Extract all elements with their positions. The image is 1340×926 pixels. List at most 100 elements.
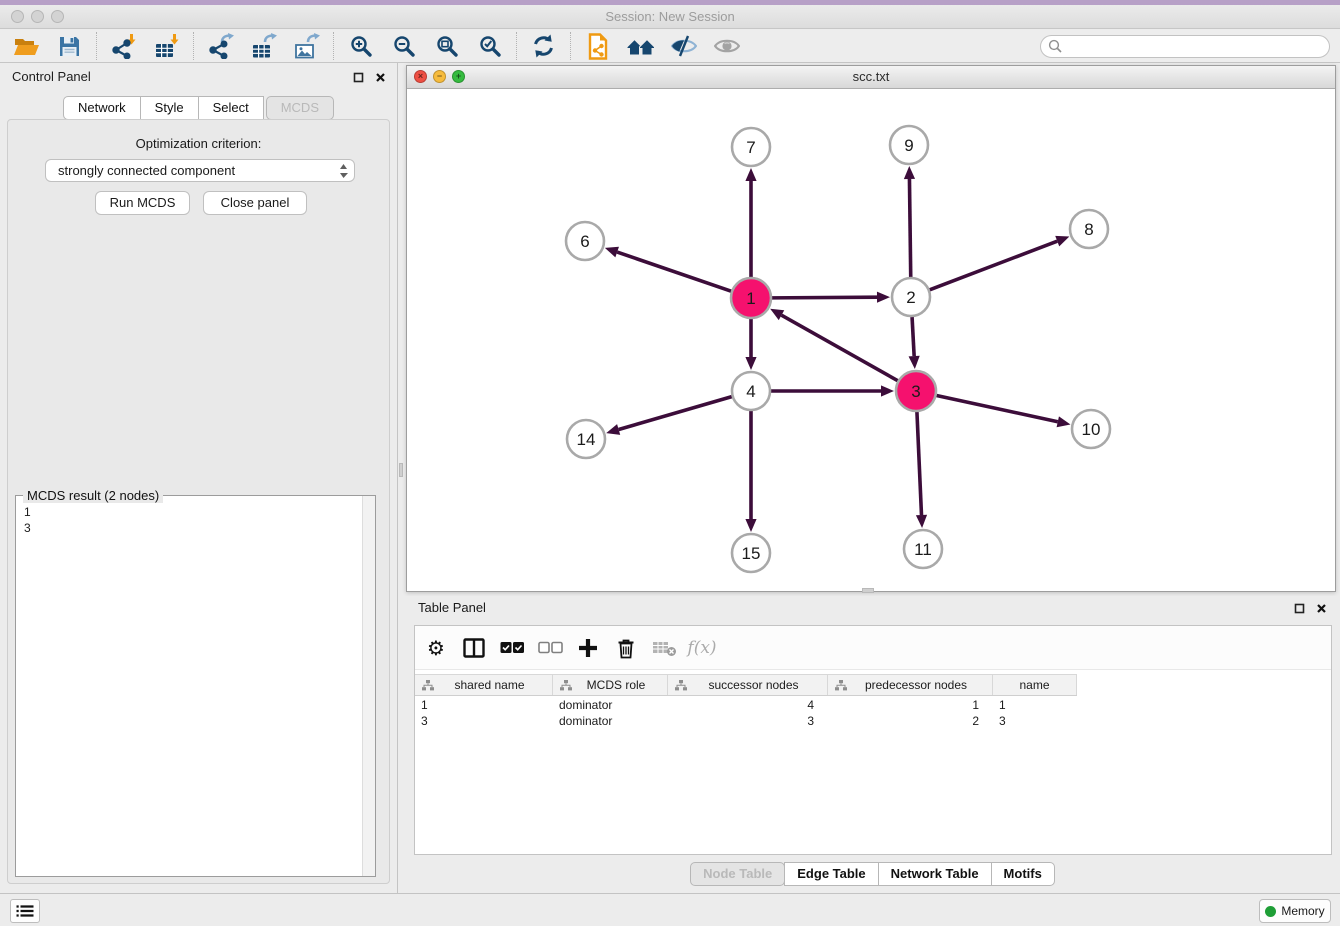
graph-edge-1-2[interactable] — [772, 292, 890, 303]
graph-node-4[interactable]: 4 — [732, 372, 770, 410]
graph-node-9[interactable]: 9 — [890, 126, 928, 164]
graph-edge-4-3[interactable] — [771, 385, 894, 396]
graph-edge-4-15[interactable] — [745, 411, 756, 532]
panel-splitter-grip[interactable] — [399, 463, 403, 477]
graph-node-1[interactable]: 1 — [731, 278, 771, 318]
run-mcds-button[interactable]: Run MCDS — [95, 191, 190, 215]
tab-motifs[interactable]: Motifs — [991, 862, 1055, 886]
network-graph[interactable]: 7 9 6 8 1 2 4 3 14 10 15 11 — [407, 89, 1335, 591]
column-header-name[interactable]: name — [993, 675, 1077, 695]
table-row[interactable]: 1dominator411 — [415, 697, 1331, 713]
graph-node-10[interactable]: 10 — [1072, 410, 1110, 448]
zoom-selected-button[interactable] — [473, 30, 507, 62]
graph-node-15[interactable]: 15 — [732, 534, 770, 572]
network-canvas[interactable]: 7 9 6 8 1 2 4 3 14 10 15 11 — [407, 89, 1335, 591]
tab-network[interactable]: Network — [63, 96, 141, 120]
criterion-dropdown[interactable]: strongly connected component — [45, 159, 355, 182]
column-header-shared-name[interactable]: shared name — [415, 675, 553, 695]
tab-node-table[interactable]: Node Table — [690, 862, 785, 886]
import-table-button[interactable] — [150, 30, 184, 62]
show-columns-button[interactable] — [459, 633, 489, 663]
graph-edge-1-6[interactable] — [605, 247, 731, 291]
tab-style[interactable]: Style — [140, 96, 199, 120]
show-all-button[interactable] — [710, 30, 744, 62]
table-cell[interactable]: 1 — [415, 697, 553, 713]
graph-edge-4-14[interactable] — [606, 397, 732, 435]
close-table-panel-button[interactable] — [1314, 601, 1328, 615]
graph-node-14[interactable]: 14 — [567, 420, 605, 458]
close-window-button[interactable] — [11, 10, 24, 23]
network-maximize-button[interactable]: + — [452, 70, 465, 83]
network-window-titlebar[interactable]: × − + scc.txt — [407, 66, 1335, 89]
export-image-button[interactable] — [290, 30, 324, 62]
graph-edge-3-10[interactable] — [937, 395, 1071, 427]
function-builder-button[interactable]: f(x) — [687, 633, 717, 663]
panel-selector-button[interactable] — [10, 899, 40, 923]
table-cell[interactable]: 2 — [828, 713, 993, 729]
network-close-button[interactable]: × — [414, 70, 427, 83]
search-field[interactable] — [1040, 35, 1330, 58]
save-session-button[interactable] — [53, 30, 87, 62]
graph-node-11[interactable]: 11 — [904, 530, 942, 568]
minimize-window-button[interactable] — [31, 10, 44, 23]
table-cell[interactable]: 4 — [668, 697, 828, 713]
graph-edge-2-8[interactable] — [930, 236, 1070, 290]
float-panel-button[interactable] — [351, 70, 365, 84]
export-network-button[interactable] — [204, 30, 238, 62]
tab-mcds[interactable]: MCDS — [266, 96, 334, 120]
table-cell[interactable]: 3 — [415, 713, 553, 729]
hide-selected-button[interactable] — [667, 30, 701, 62]
table-cell[interactable]: dominator — [553, 713, 668, 729]
close-mcds-panel-button[interactable]: Close panel — [203, 191, 307, 215]
first-neighbors-button[interactable] — [624, 30, 658, 62]
graph-edge-2-3[interactable] — [909, 317, 920, 369]
eye-show-icon — [714, 36, 740, 56]
column-header-MCDS-role[interactable]: MCDS role — [553, 675, 668, 695]
graph-edge-3-1[interactable] — [770, 309, 898, 381]
table-cell[interactable]: 3 — [668, 713, 828, 729]
graph-node-8[interactable]: 8 — [1070, 210, 1108, 248]
delete-column-button[interactable] — [611, 633, 641, 663]
maximize-window-button[interactable] — [51, 10, 64, 23]
table-cell[interactable]: dominator — [553, 697, 668, 713]
tab-network-table[interactable]: Network Table — [878, 862, 992, 886]
table-cell[interactable]: 1 — [828, 697, 993, 713]
table-settings-button[interactable]: ⚙ — [421, 633, 451, 663]
graph-node-3[interactable]: 3 — [896, 371, 936, 411]
graph-edge-1-4[interactable] — [745, 319, 756, 370]
table-cell[interactable]: 3 — [993, 713, 1077, 729]
zoom-fit-button[interactable] — [430, 30, 464, 62]
column-header-successor-nodes[interactable]: successor nodes — [668, 675, 828, 695]
graph-node-2[interactable]: 2 — [892, 278, 930, 316]
memory-button[interactable]: Memory — [1259, 899, 1331, 923]
network-minimize-button[interactable]: − — [433, 70, 446, 83]
graph-edge-3-11[interactable] — [916, 412, 927, 528]
search-input[interactable] — [1066, 37, 1329, 56]
export-table-button[interactable] — [247, 30, 281, 62]
graph-node-6[interactable]: 6 — [566, 222, 604, 260]
zoom-in-button[interactable] — [344, 30, 378, 62]
apply-layout-button[interactable] — [527, 30, 561, 62]
tab-select[interactable]: Select — [198, 96, 264, 120]
table-row[interactable]: 3dominator323 — [415, 713, 1331, 729]
graph-edge-2-9[interactable] — [904, 166, 915, 277]
graph-node-7[interactable]: 7 — [732, 128, 770, 166]
mcds-result-scrollbar[interactable] — [362, 496, 375, 876]
zoom-out-button[interactable] — [387, 30, 421, 62]
table-cell[interactable]: 1 — [993, 697, 1077, 713]
delete-table-button[interactable] — [649, 633, 679, 663]
close-panel-button[interactable] — [373, 70, 387, 84]
import-network-button[interactable] — [107, 30, 141, 62]
add-column-button[interactable] — [573, 633, 603, 663]
deselect-all-button[interactable] — [535, 633, 565, 663]
hierarchy-icon — [675, 680, 687, 691]
mcds-result-list[interactable]: 1 3 — [16, 498, 361, 876]
tab-edge-table[interactable]: Edge Table — [784, 862, 878, 886]
open-session-button[interactable] — [10, 30, 44, 62]
canvas-splitter-grip[interactable] — [862, 588, 874, 593]
graph-edge-1-7[interactable] — [745, 168, 756, 277]
float-table-panel-button[interactable] — [1292, 601, 1306, 615]
select-all-button[interactable] — [497, 633, 527, 663]
new-network-from-selection-button[interactable] — [581, 30, 615, 62]
column-header-predecessor-nodes[interactable]: predecessor nodes — [828, 675, 993, 695]
